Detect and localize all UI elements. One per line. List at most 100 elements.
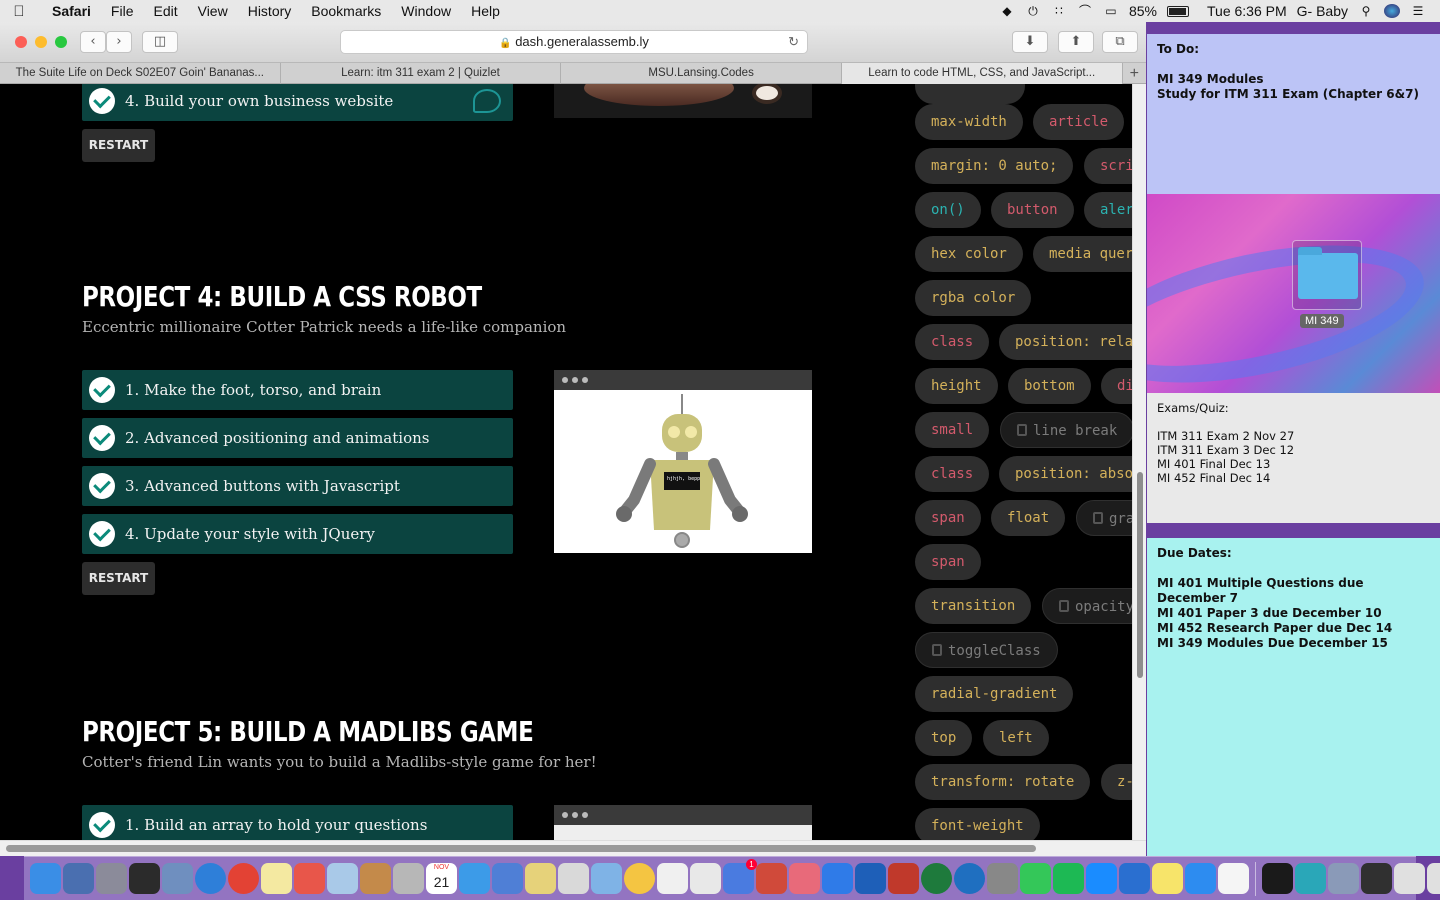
tag-opacity-locked[interactable]: opacity	[1042, 588, 1132, 624]
reload-icon[interactable]: ↻	[788, 31, 799, 53]
vertical-scrollbar[interactable]	[1132, 84, 1146, 840]
tag-div[interactable]: di	[1101, 368, 1132, 404]
siri-icon[interactable]: o	[1384, 4, 1400, 18]
notes-icon[interactable]	[261, 863, 292, 894]
atom-icon[interactable]	[1185, 863, 1216, 894]
spotify-icon[interactable]	[954, 863, 985, 894]
project4-step-4[interactable]: 4. Update your style with JQuery	[82, 514, 513, 554]
app-store-icon[interactable]: 1	[723, 859, 757, 894]
project5-step-1[interactable]: 1. Build an array to hold your questions	[82, 805, 513, 840]
photo-library-icon[interactable]	[657, 863, 688, 894]
project4-preview[interactable]: hjhjh, bepp	[554, 370, 812, 553]
user-photo-icon[interactable]	[1394, 863, 1425, 894]
tag-height[interactable]: height	[915, 368, 998, 404]
tab-general-assembly[interactable]: Learn to code HTML, CSS, and JavaScript.…	[841, 63, 1123, 84]
spotlight-search-icon[interactable]: ⚲	[1358, 4, 1374, 18]
system-prefs-icon[interactable]	[888, 863, 919, 894]
tag-bottom[interactable]: bottom	[1008, 368, 1091, 404]
trash-icon[interactable]	[1427, 863, 1440, 894]
project3-restart-button[interactable]: RESTART	[82, 129, 155, 162]
stickies-icon[interactable]	[492, 863, 523, 894]
fullscreen-window-button[interactable]	[55, 36, 67, 48]
tag-position-relative[interactable]: position: rela	[999, 324, 1132, 360]
power-icon[interactable]: ⏻	[1025, 4, 1041, 18]
menu-window[interactable]: Window	[391, 3, 461, 19]
sticky-note-exams[interactable]: Exams/Quiz: ITM 311 Exam 2 Nov 27 ITM 31…	[1147, 393, 1440, 523]
airplay-icon[interactable]: ▭	[1103, 4, 1119, 18]
tag-gradient-locked[interactable]: gra	[1076, 500, 1132, 536]
siri-icon[interactable]	[63, 863, 94, 894]
tag-span-2[interactable]: span	[915, 544, 981, 580]
tag-script[interactable]: scri	[1084, 148, 1132, 184]
project3-step-4[interactable]: 4. Build your own business website	[82, 84, 513, 121]
tag-media-query[interactable]: media quer	[1033, 236, 1132, 272]
dropbox-icon[interactable]: ◆	[999, 4, 1015, 18]
tag-float[interactable]: float	[991, 500, 1066, 536]
menu-file[interactable]: File	[101, 3, 144, 19]
tab-msu-lansing[interactable]: MSU.Lansing.Codes	[561, 63, 842, 84]
new-tab-button[interactable]: +	[1123, 63, 1146, 84]
powerpoint-icon[interactable]	[789, 863, 820, 894]
tag-button[interactable]: button	[991, 192, 1074, 228]
outlook-icon[interactable]	[855, 863, 886, 894]
menu-bookmarks[interactable]: Bookmarks	[301, 3, 391, 19]
tag-toggleclass-locked[interactable]: toggleClass	[915, 632, 1058, 668]
sticky-note-todo[interactable]: To Do: MI 349 Modules Study for ITM 311 …	[1147, 34, 1440, 194]
clock[interactable]: Tue 6:36 PM	[1207, 3, 1287, 19]
tag-alert[interactable]: aler	[1084, 192, 1132, 228]
photo-booth-icon[interactable]	[294, 863, 325, 894]
mail-stamp-icon[interactable]	[327, 863, 358, 894]
tag-hex-color[interactable]: hex color	[915, 236, 1023, 272]
tag-font-weight[interactable]: font-weight	[915, 808, 1040, 840]
tag-margin-auto[interactable]: margin: 0 auto;	[915, 148, 1074, 184]
screenshot-3-icon[interactable]	[1328, 863, 1359, 894]
textedit-icon[interactable]	[1020, 863, 1051, 894]
excel-icon[interactable]	[822, 863, 853, 894]
address-bar[interactable]: 🔒 dash.generalassemb.ly ↻	[340, 30, 808, 54]
tag-article[interactable]: article	[1033, 104, 1125, 140]
screenshot-4-icon[interactable]	[1361, 863, 1392, 894]
chrome-icon[interactable]	[228, 863, 259, 894]
sticky-note-due-dates[interactable]: Due Dates: MI 401 Multiple Questions due…	[1147, 538, 1440, 856]
menu-history[interactable]: History	[238, 3, 302, 19]
display-icon[interactable]	[1218, 863, 1249, 894]
menu-app-name[interactable]: Safari	[38, 3, 101, 19]
project4-step-2[interactable]: 2. Advanced positioning and animations	[82, 418, 513, 458]
sidebar-button[interactable]: ◫	[142, 31, 178, 53]
horizontal-scrollbar[interactable]	[0, 840, 1146, 856]
apple-menu-icon[interactable]: 	[0, 3, 38, 20]
tag-position-absolute[interactable]: position: abso	[999, 456, 1132, 492]
tag-z-index[interactable]: z-	[1101, 764, 1132, 800]
tag-span[interactable]: span	[915, 500, 981, 536]
minimize-window-button[interactable]	[35, 36, 47, 48]
tag-top[interactable]: top	[915, 720, 973, 756]
project5-preview[interactable]	[554, 805, 812, 840]
user-name[interactable]: G- Baby	[1297, 3, 1348, 19]
back-button[interactable]: ‹	[80, 31, 106, 53]
maps-icon[interactable]	[525, 863, 556, 894]
terminal-icon[interactable]	[1152, 863, 1183, 894]
screenshot-1-icon[interactable]	[1262, 863, 1293, 894]
reminders-icon[interactable]	[459, 863, 490, 894]
finder-icon[interactable]	[30, 863, 61, 894]
menu-view[interactable]: View	[188, 3, 238, 19]
menu-help[interactable]: Help	[461, 3, 510, 19]
contacts-icon[interactable]	[393, 863, 424, 894]
project4-step-3[interactable]: 3. Advanced buttons with Javascript	[82, 466, 513, 506]
project4-restart-button[interactable]: RESTART	[82, 562, 155, 595]
tag-left[interactable]: left	[983, 720, 1049, 756]
tag-class[interactable]: class	[915, 324, 990, 360]
horizontal-scroll-thumb[interactable]	[6, 845, 1036, 852]
menu-edit[interactable]: Edit	[143, 3, 187, 19]
notebook-icon[interactable]	[360, 863, 391, 894]
itunes-icon[interactable]	[690, 863, 721, 894]
preview-icon[interactable]	[162, 863, 193, 894]
vertical-scroll-thumb[interactable]	[1137, 472, 1143, 678]
battery-icon[interactable]	[1167, 5, 1189, 17]
calendar-icon[interactable]: NOV 21	[426, 863, 457, 894]
project4-step-1[interactable]: 1. Make the foot, torso, and brain	[82, 370, 513, 410]
activity-monitor-icon[interactable]	[921, 863, 952, 894]
tag-on[interactable]: on()	[915, 192, 981, 228]
word-icon[interactable]	[756, 863, 787, 894]
share-button[interactable]: ⬆	[1058, 31, 1094, 53]
